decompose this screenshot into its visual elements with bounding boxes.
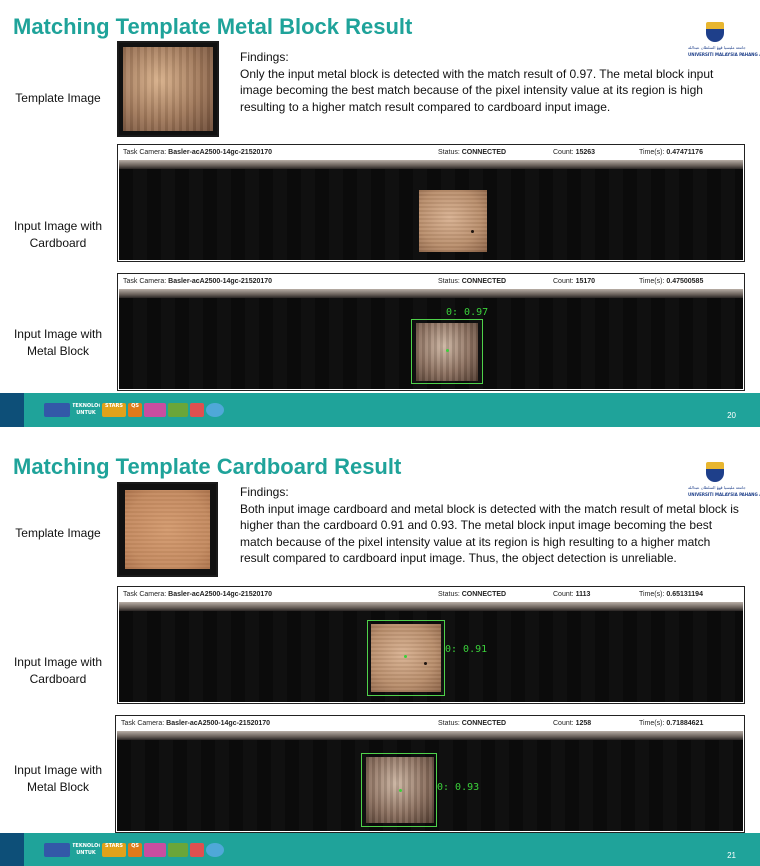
award-badge-icon [206, 403, 224, 417]
match-score-label: 0: 0.97 [446, 307, 489, 318]
footer-badge-stars: STARS [102, 403, 126, 417]
detection-box [367, 620, 445, 696]
footer-badge-tum: TEKNOLOGI UNTUK MASYARAKAT [72, 403, 100, 416]
template-image [117, 482, 218, 577]
count-value: 15263 [575, 149, 596, 156]
camera-caption: Task Camera: [123, 591, 167, 598]
template-image-label: Template Image [15, 91, 101, 105]
detection-center-dot [446, 349, 449, 352]
camera-caption: Task Camera: [123, 149, 167, 156]
status-value: CONNECTED [461, 149, 507, 156]
slide-metal-block-result: Matching Template Metal Block Result جام… [0, 0, 760, 427]
template-image [117, 41, 219, 137]
time-caption: Time(s): [639, 278, 665, 285]
status-value: CONNECTED [461, 278, 507, 285]
award-badge-icon [206, 843, 224, 857]
slide-cardboard-result: Matching Template Cardboard Result جامعة… [0, 440, 760, 866]
camera-name: Basler-acA2500-14gc-21520170 [168, 591, 273, 598]
time-value: 0.47500585 [666, 278, 704, 285]
status-caption: Status: [438, 149, 460, 156]
count-caption: Count: [553, 278, 574, 285]
the-badge-icon [190, 403, 204, 417]
camera-view [119, 160, 743, 260]
partner-logo-icon [44, 403, 70, 417]
sdg-badge-icon [168, 843, 188, 857]
camera-panel-cardboard: Task Camera: Basler-acA2500-14gc-2152017… [117, 586, 745, 704]
sdg-badge-icon [168, 403, 188, 417]
footer-badge-qs: QS [128, 403, 142, 417]
time-value: 0.71884621 [666, 720, 704, 727]
input-label-metal-block: Input Image with Metal Block [13, 763, 103, 794]
time-caption: Time(s): [639, 591, 665, 598]
input-label-cardboard: Input Image with Cardboard [13, 655, 103, 686]
status-caption: Status: [438, 591, 460, 598]
camera-status-bar: Task Camera: Basler-acA2500-14gc-2152017… [118, 145, 744, 160]
page-number: 20 [727, 411, 736, 420]
count-value: 15170 [575, 278, 596, 285]
ranking-badge-icon [144, 843, 166, 857]
footer-badge-qs: QS [128, 843, 142, 857]
time-value: 0.65131194 [666, 591, 703, 598]
page-number: 21 [727, 851, 736, 860]
detection-center-dot [404, 655, 407, 658]
camera-caption: Task Camera: [121, 720, 165, 727]
slide-footer: TEKNOLOGI UNTUK MASYARAKAT STARS QS 20 [0, 393, 760, 427]
camera-view: 0: 0.93 [117, 731, 743, 831]
camera-status-bar: Task Camera: Basler-acA2500-14gc-2152017… [118, 587, 744, 602]
time-value: 0.47471176 [666, 149, 703, 156]
match-score-label: 0: 0.91 [445, 644, 488, 655]
camera-caption: Task Camera: [123, 278, 167, 285]
camera-view: 0: 0.91 [119, 602, 743, 702]
status-caption: Status: [438, 720, 460, 727]
camera-panel-metal-block: Task Camera: Basler-acA2500-14gc-2152017… [115, 715, 745, 833]
findings-body: Only the input metal block is detected w… [240, 66, 714, 114]
input-label-cardboard: Input Image with Cardboard [13, 219, 103, 250]
slide-title: Matching Template Metal Block Result [13, 14, 413, 39]
count-caption: Count: [553, 149, 574, 156]
findings-heading: Findings: [240, 485, 289, 499]
findings-heading: Findings: [240, 50, 289, 64]
cardboard-object [419, 190, 487, 252]
template-image-label: Template Image [15, 526, 101, 540]
count-caption: Count: [553, 720, 574, 727]
count-value: 1113 [575, 591, 591, 598]
partner-logo-icon [44, 843, 70, 857]
camera-name: Basler-acA2500-14gc-21520170 [168, 149, 273, 156]
input-label-metal-block: Input Image with Metal Block [13, 327, 103, 358]
university-shield-icon [706, 462, 724, 482]
status-value: CONNECTED [461, 720, 507, 727]
count-value: 1258 [575, 720, 592, 727]
camera-panel-cardboard: Task Camera: Basler-acA2500-14gc-2152017… [117, 144, 745, 262]
findings-text: Findings: Both input image cardboard and… [240, 484, 740, 567]
time-caption: Time(s): [639, 149, 665, 156]
camera-name: Basler-acA2500-14gc-21520170 [166, 720, 271, 727]
camera-name: Basler-acA2500-14gc-21520170 [168, 278, 273, 285]
ranking-badge-icon [144, 403, 166, 417]
status-value: CONNECTED [461, 591, 507, 598]
camera-status-bar: Task Camera: Basler-acA2500-14gc-2152017… [116, 716, 744, 731]
camera-panel-metal-block: Task Camera: Basler-acA2500-14gc-2152017… [117, 273, 745, 391]
time-caption: Time(s): [639, 720, 665, 727]
footer-badge-tum: TEKNOLOGI UNTUK MASYARAKAT [72, 843, 100, 856]
slide-title: Matching Template Cardboard Result [13, 454, 402, 479]
detection-center-dot [399, 789, 402, 792]
the-badge-icon [190, 843, 204, 857]
university-shield-icon [706, 22, 724, 42]
findings-text: Findings: Only the input metal block is … [240, 49, 740, 115]
count-caption: Count: [553, 591, 574, 598]
footer-badge-stars: STARS [102, 843, 126, 857]
camera-view: 0: 0.97 [119, 289, 743, 389]
slide-footer: TEKNOLOGI UNTUK MASYARAKAT STARS QS 21 [0, 833, 760, 866]
status-caption: Status: [438, 278, 460, 285]
camera-status-bar: Task Camera: Basler-acA2500-14gc-2152017… [118, 274, 744, 289]
match-score-label: 0: 0.93 [437, 782, 480, 793]
findings-body: Both input image cardboard and metal blo… [240, 501, 739, 566]
